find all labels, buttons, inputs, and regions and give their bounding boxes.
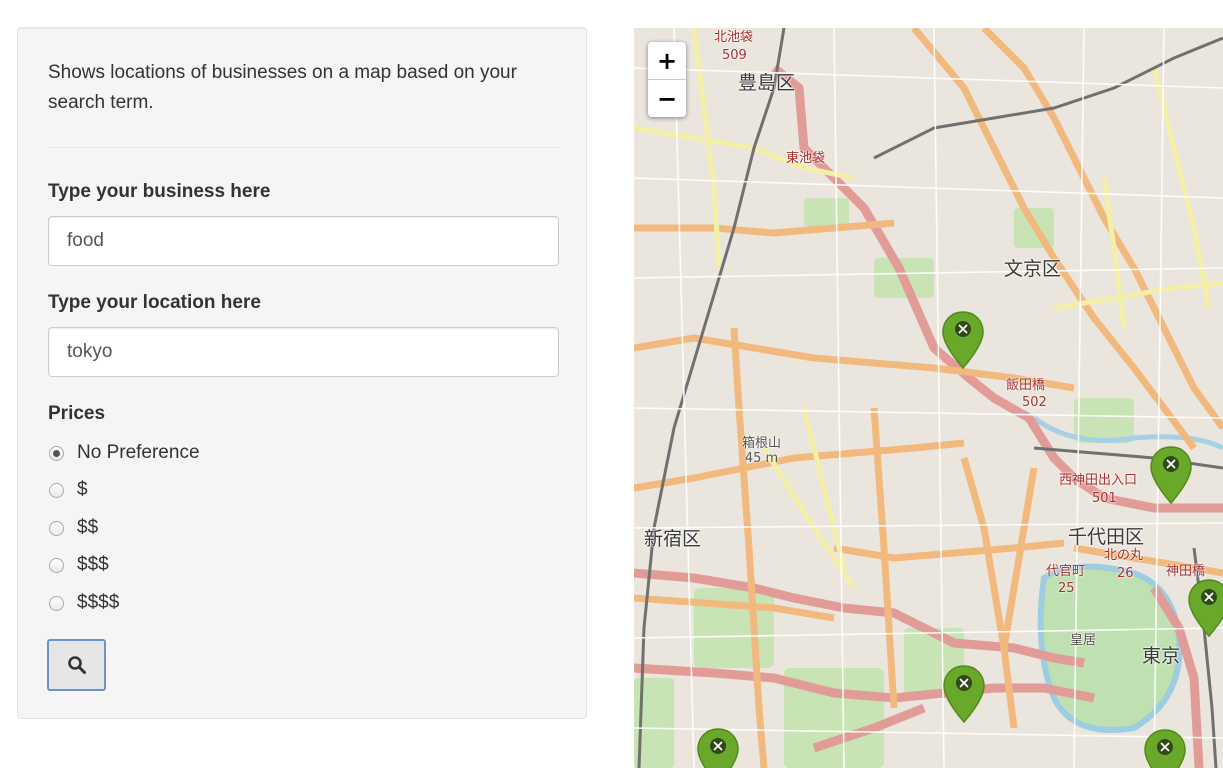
price-option-no-preference[interactable]: No Preference bbox=[48, 440, 200, 466]
station-label: 神田橋 bbox=[1166, 564, 1206, 579]
price-option-label: $$$$ bbox=[77, 592, 120, 613]
zoom-control: + − bbox=[648, 42, 686, 117]
route-number: 501 bbox=[1092, 491, 1117, 506]
zoom-out-button[interactable]: − bbox=[648, 79, 686, 117]
palace-label: 皇居 bbox=[1070, 633, 1097, 648]
station-label: 北の丸 bbox=[1104, 548, 1144, 563]
station-label: 北池袋 bbox=[714, 30, 754, 45]
district-label: 千代田区 bbox=[1068, 526, 1145, 548]
route-number: 509 bbox=[722, 48, 747, 63]
route-number: 25 bbox=[1058, 581, 1075, 596]
price-option-2[interactable]: $$ bbox=[48, 515, 98, 541]
app-description: Shows locations of businesses on a map b… bbox=[48, 62, 517, 113]
route-number: 502 bbox=[1022, 395, 1047, 410]
landmark-name: 箱根山 bbox=[742, 436, 782, 451]
price-option-label: $$ bbox=[77, 517, 99, 538]
location-label: Type your location here bbox=[48, 292, 261, 313]
radio-button[interactable] bbox=[49, 445, 64, 461]
map-tiles bbox=[634, 28, 1223, 768]
radio-button[interactable] bbox=[49, 557, 64, 573]
map-marker[interactable] bbox=[940, 310, 986, 370]
landmark-elevation: 45 m bbox=[744, 451, 779, 466]
business-input[interactable] bbox=[48, 216, 559, 266]
district-label: 東京 bbox=[1142, 645, 1181, 667]
district-label: 新宿区 bbox=[644, 528, 702, 550]
station-label: 西神田出入口 bbox=[1059, 473, 1138, 488]
price-option-label: $ bbox=[77, 479, 88, 500]
map-marker[interactable] bbox=[1186, 578, 1223, 638]
prices-label: Prices bbox=[48, 403, 106, 424]
search-panel: Shows locations of businesses on a map b… bbox=[17, 27, 587, 719]
price-option-label: No Preference bbox=[77, 442, 200, 463]
search-icon bbox=[67, 656, 86, 674]
map-marker[interactable] bbox=[941, 664, 987, 724]
zoom-in-button[interactable]: + bbox=[648, 42, 686, 79]
business-label: Type your business here bbox=[48, 181, 271, 202]
route-number: 26 bbox=[1117, 566, 1134, 581]
station-label: 飯田橋 bbox=[1006, 378, 1046, 393]
landmark-label: 箱根山 45 m bbox=[742, 436, 781, 466]
station-label: 東池袋 bbox=[786, 151, 826, 166]
district-label: 豊島区 bbox=[738, 72, 796, 94]
price-option-3[interactable]: $$$ bbox=[48, 552, 109, 578]
map-marker[interactable] bbox=[1148, 445, 1194, 505]
search-button[interactable] bbox=[47, 639, 106, 691]
radio-button[interactable] bbox=[49, 595, 64, 611]
radio-button[interactable] bbox=[49, 520, 64, 536]
map-marker[interactable] bbox=[1142, 728, 1188, 768]
map-marker[interactable] bbox=[695, 727, 741, 768]
location-input[interactable] bbox=[48, 327, 559, 377]
price-option-label: $$$ bbox=[77, 554, 109, 575]
price-option-1[interactable]: $ bbox=[48, 477, 88, 503]
district-label: 文京区 bbox=[1004, 258, 1062, 280]
price-option-4[interactable]: $$$$ bbox=[48, 590, 119, 616]
map[interactable]: 豊島区 文京区 新宿区 千代田区 東京 北池袋 509 東池袋 飯田橋 502 … bbox=[634, 28, 1223, 768]
divider bbox=[48, 147, 559, 148]
radio-button[interactable] bbox=[49, 482, 64, 498]
station-label: 代官町 bbox=[1046, 564, 1086, 579]
